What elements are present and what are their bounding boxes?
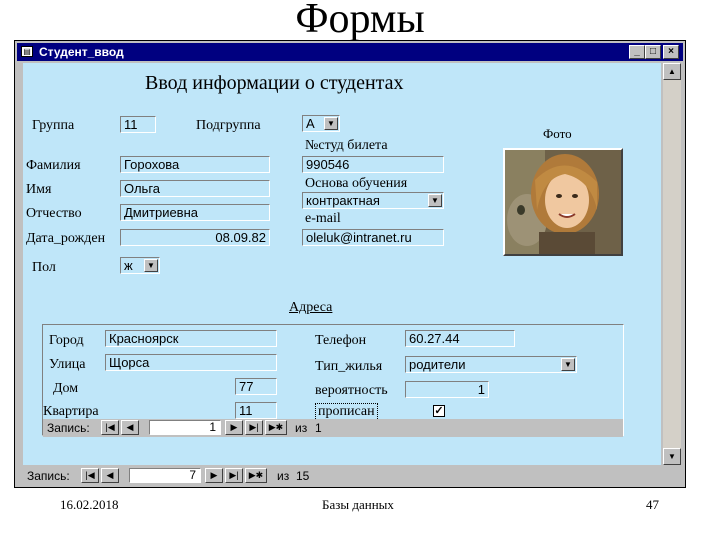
- house-field[interactable]: 77: [235, 378, 277, 395]
- last-record-button[interactable]: ▶|: [225, 468, 243, 483]
- subform-record-number[interactable]: 1: [149, 420, 221, 435]
- subform-record-navigator: Запись: |◀ ◀ 1 ▶ ▶| ▶✱ из 1: [43, 419, 623, 437]
- photo-label: Фото: [543, 126, 572, 141]
- gender-select[interactable]: ж ▼: [120, 257, 160, 274]
- slide-title: Формы: [295, 0, 425, 42]
- gender-value: ж: [124, 258, 133, 273]
- main-record-number[interactable]: 7: [129, 468, 201, 483]
- probability-label: вероятность: [315, 383, 388, 398]
- subform-nav-total: 1: [315, 421, 322, 435]
- apartment-label: Квартира: [43, 404, 99, 419]
- probability-field[interactable]: 1: [405, 381, 489, 398]
- subgroup-value: А: [306, 116, 315, 131]
- study-basis-label: Основа обучения: [305, 176, 408, 191]
- subgroup-label: Подгруппа: [196, 118, 261, 133]
- first-record-button[interactable]: |◀: [81, 468, 99, 483]
- street-label: Улица: [49, 357, 86, 372]
- sub-new-record-button[interactable]: ▶✱: [265, 420, 287, 435]
- phone-field[interactable]: 60.27.44: [405, 330, 515, 347]
- next-record-button[interactable]: ▶: [205, 468, 223, 483]
- window-titlebar[interactable]: ▤ Студент_ввод _ □ ×: [17, 43, 683, 61]
- scroll-up-icon[interactable]: ▲: [663, 63, 681, 80]
- sub-last-record-button[interactable]: ▶|: [245, 420, 263, 435]
- patronymic-field[interactable]: Дмитриевна: [120, 204, 270, 221]
- main-nav-total: 15: [296, 469, 310, 483]
- main-record-navigator: Запись: |◀ ◀ 7 ▶ ▶| ▶✱ из 15: [23, 467, 663, 485]
- footer-title: Базы данных: [322, 497, 394, 512]
- footer-page-number: 47: [646, 497, 659, 512]
- name-field[interactable]: Ольга: [120, 180, 270, 197]
- group-label: Группа: [32, 118, 75, 133]
- house-label: Дом: [53, 381, 79, 396]
- email-field[interactable]: oleluk@intranet.ru: [302, 229, 444, 246]
- form-heading: Ввод информации о студентах: [145, 72, 404, 94]
- chevron-down-icon[interactable]: ▼: [144, 259, 158, 272]
- chevron-down-icon[interactable]: ▼: [561, 358, 575, 371]
- housing-type-value: родители: [409, 357, 466, 372]
- main-nav-label: Запись:: [27, 469, 70, 483]
- birthdate-label: Дата_рожден: [26, 231, 106, 246]
- portrait-image: [505, 150, 621, 254]
- addresses-subform: Город Красноярск Улица Щорса Дом 77 Квар…: [42, 324, 624, 437]
- chevron-down-icon[interactable]: ▼: [428, 194, 442, 207]
- subform-nav-of-label: из: [295, 421, 308, 435]
- apartment-field[interactable]: 11: [235, 402, 277, 419]
- patronymic-label: Отчество: [26, 206, 82, 221]
- new-record-button[interactable]: ▶✱: [245, 468, 267, 483]
- surname-label: Фамилия: [26, 158, 81, 173]
- sub-first-record-button[interactable]: |◀: [101, 420, 119, 435]
- subform-nav-label: Запись:: [47, 421, 90, 435]
- sub-next-record-button[interactable]: ▶: [225, 420, 243, 435]
- surname-field[interactable]: Горохова: [120, 156, 270, 173]
- ticket-label: №студ билета: [305, 138, 388, 153]
- gender-label: Пол: [32, 260, 56, 275]
- housing-type-select[interactable]: родители ▼: [405, 356, 577, 373]
- street-field[interactable]: Щорса: [105, 354, 277, 371]
- window-title: Студент_ввод: [39, 45, 124, 59]
- form-icon: ▤: [21, 46, 33, 57]
- phone-label: Телефон: [315, 333, 367, 348]
- minimize-button[interactable]: _: [629, 45, 645, 59]
- chevron-down-icon[interactable]: ▼: [324, 117, 338, 130]
- addresses-label: Адреса: [289, 300, 333, 315]
- footer-date: 16.02.2018: [60, 497, 119, 512]
- vertical-scrollbar[interactable]: ▲ ▼: [663, 63, 681, 465]
- main-nav-of-label: из: [277, 469, 290, 483]
- housing-type-label: Тип_жилья: [315, 359, 383, 374]
- prev-record-button[interactable]: ◀: [101, 468, 119, 483]
- student-photo: [503, 148, 623, 256]
- name-label: Имя: [26, 182, 52, 197]
- city-field[interactable]: Красноярск: [105, 330, 277, 347]
- registered-checkbox[interactable]: ✓: [433, 405, 445, 417]
- email-label: e-mail: [305, 211, 341, 226]
- study-basis-select[interactable]: контрактная ▼: [302, 192, 444, 209]
- study-basis-value: контрактная: [306, 193, 380, 208]
- maximize-button[interactable]: □: [645, 45, 661, 59]
- birthdate-field[interactable]: 08.09.82: [120, 229, 270, 246]
- ticket-field[interactable]: 990546: [302, 156, 444, 173]
- scroll-down-icon[interactable]: ▼: [663, 448, 681, 465]
- sub-prev-record-button[interactable]: ◀: [121, 420, 139, 435]
- subgroup-select[interactable]: А ▼: [302, 115, 340, 132]
- close-button[interactable]: ×: [663, 45, 679, 59]
- group-field[interactable]: 11: [120, 116, 156, 133]
- city-label: Город: [49, 333, 84, 348]
